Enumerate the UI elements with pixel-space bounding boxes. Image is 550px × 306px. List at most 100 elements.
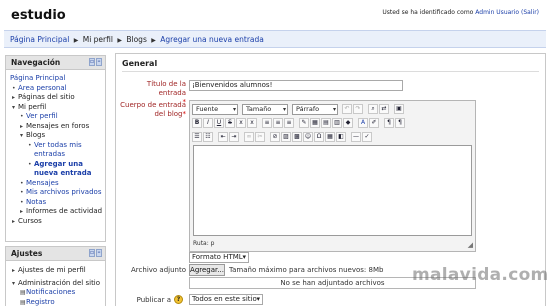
font-family-select[interactable]: Fuente	[192, 104, 238, 115]
text-format-select[interactable]: Formato HTML	[189, 252, 249, 263]
navigation-block: Navegación ▫ – Página Principal • Área per…	[5, 55, 106, 242]
underline-icon[interactable]: U	[214, 118, 224, 128]
nav-item-forum-posts[interactable]: ▸ Mensajes en foros	[10, 122, 102, 132]
required-icon: *	[182, 110, 187, 118]
clean-icon[interactable]: ✎	[299, 118, 309, 128]
nav-item-activity-reports[interactable]: ▸ Informes de actividad	[10, 207, 102, 217]
breadcrumb-separator-icon: ▶	[151, 37, 156, 44]
resize-grip-icon[interactable]: ◢	[468, 241, 473, 249]
entry-title-input[interactable]: ¡Bienvenidos alumnos!	[189, 80, 403, 91]
indent-icon[interactable]: ⇥	[229, 132, 239, 142]
publish-label: Publicar a	[136, 296, 171, 304]
watermark-logo: malavida.com	[412, 265, 549, 285]
text-color-icon[interactable]: A	[358, 118, 368, 128]
emoticon-icon[interactable]: ☺	[303, 132, 313, 142]
paste-word-icon[interactable]: ▤	[321, 118, 331, 128]
font-size-select[interactable]: Tamaño	[242, 104, 288, 115]
bullet-list-icon[interactable]: ☰	[192, 132, 202, 142]
table-icon[interactable]: ▦	[325, 132, 335, 142]
redo-icon[interactable]: ↷	[353, 104, 363, 114]
navigation-tree: Página Principal • Área personal ▸ Páginas…	[6, 70, 105, 229]
paragraph-select[interactable]: Párrafo	[292, 104, 338, 115]
italic-icon[interactable]: I	[203, 118, 213, 128]
image-icon[interactable]: ▨	[281, 132, 291, 142]
align-left-icon[interactable]: ≡	[262, 118, 272, 128]
dock-icon[interactable]: ▫	[89, 58, 95, 66]
dock-icon[interactable]: ▫	[89, 249, 95, 257]
breadcrumb-blogs[interactable]: Blogs	[126, 35, 147, 44]
nav-item-messages[interactable]: • Mensajes	[10, 179, 102, 189]
replace-icon[interactable]: ⇄	[379, 104, 389, 114]
strikethrough-icon[interactable]: S	[225, 118, 235, 128]
paste-text-icon[interactable]: ▦	[310, 118, 320, 128]
settings-tree: ▸ Ajustes de mi perfil ▾ Administración de…	[6, 261, 105, 306]
section-divider	[122, 71, 539, 72]
settings-item-site-admin[interactable]: ▾ Administración del sitio	[10, 279, 102, 289]
spellcheck-icon[interactable]: ✓	[362, 132, 372, 142]
site-title[interactable]: estudio	[11, 8, 66, 23]
horizontal-rule-icon[interactable]: —	[351, 132, 361, 142]
add-file-button[interactable]: Agregar...	[189, 264, 225, 276]
nav-item-profile[interactable]: ▾ Mi perfil	[10, 103, 102, 113]
editor-content-area[interactable]	[193, 145, 472, 236]
special-char-icon[interactable]: Ω	[314, 132, 324, 142]
navigation-block-header: Navegación ▫ –	[6, 56, 105, 70]
nav-item-add-entry-cont[interactable]: nueva entrada	[10, 169, 102, 179]
breadcrumb-home[interactable]: Página Principal	[10, 35, 69, 44]
publish-state-select[interactable]: Todos en este sitio	[189, 294, 263, 305]
nav-item-site-pages[interactable]: ▸ Páginas del sitio	[10, 93, 102, 103]
user-name-link[interactable]: Admin Usuario	[475, 9, 519, 16]
rich-text-editor: Fuente Tamaño Párrafo ↶ ↷ ⌕ ⇄ ▣ B I U S …	[189, 100, 476, 252]
body-label: Cuerpo de entrada del blog*	[120, 101, 187, 118]
html-source-icon[interactable]: ◧	[336, 132, 346, 142]
rtl-icon[interactable]: ¶	[395, 118, 405, 128]
help-icon[interactable]: ?	[174, 295, 183, 304]
login-info: Usted se ha identificado como Admin Usua…	[382, 9, 539, 16]
collapse-icon[interactable]: –	[96, 58, 102, 66]
ltr-icon[interactable]: ¶	[384, 118, 394, 128]
nav-item-view-profile[interactable]: • Ver perfil	[10, 112, 102, 122]
nav-item-add-entry[interactable]: • Agregar una	[10, 160, 102, 170]
breadcrumb-profile[interactable]: Mi perfil	[83, 35, 113, 44]
align-center-icon[interactable]: ≡	[273, 118, 283, 128]
nav-item-courses[interactable]: ▸ Cursos	[10, 217, 102, 227]
unlink-icon[interactable]: ✂	[255, 132, 265, 142]
align-right-icon[interactable]: ≡	[284, 118, 294, 128]
settings-item-register[interactable]: ▤Registro	[10, 298, 102, 306]
breadcrumb-add-entry[interactable]: Agregar una nueva entrada	[160, 35, 264, 44]
settings-block-header: Ajustes ▫ –	[6, 247, 105, 261]
outdent-icon[interactable]: ⇤	[218, 132, 228, 142]
fullscreen-icon[interactable]: ▣	[394, 104, 404, 114]
settings-item-profile[interactable]: ▸ Ajustes de mi perfil	[10, 266, 102, 276]
media-icon[interactable]: ▩	[292, 132, 302, 142]
subscript-icon[interactable]: x	[236, 118, 246, 128]
numbered-list-icon[interactable]: ☷	[203, 132, 213, 142]
settings-item-notifications[interactable]: ▤Notificaciones	[10, 288, 102, 298]
nolink-icon[interactable]: ⊘	[270, 132, 280, 142]
paste-icon[interactable]: ▥	[332, 118, 342, 128]
settings-block-title: Ajustes	[11, 249, 43, 258]
collapse-icon[interactable]: –	[96, 249, 102, 257]
breadcrumb-separator-icon: ▶	[117, 37, 122, 44]
editor-path: Ruta: p	[193, 240, 215, 247]
bold-icon[interactable]: B	[192, 118, 202, 128]
nav-item-private-files[interactable]: • Mis archivos privados	[10, 188, 102, 198]
section-legend[interactable]: General	[122, 59, 157, 68]
find-icon[interactable]: ⌕	[368, 104, 378, 114]
attachment-label: Archivo adjunto	[131, 266, 186, 274]
logout-link[interactable]: (Salir)	[521, 9, 539, 16]
block-controls: ▫ –	[88, 58, 102, 67]
page-header: estudio Usted se ha identificado como Ad…	[0, 0, 550, 30]
format-icon[interactable]: ◆	[343, 118, 353, 128]
nav-item-personal[interactable]: • Área personal	[10, 84, 102, 94]
superscript-icon[interactable]: x	[247, 118, 257, 128]
max-size-note: Tamaño máximo para archivos nuevos: 8Mb	[229, 266, 384, 274]
nav-item-home[interactable]: Página Principal	[10, 74, 102, 84]
link-icon[interactable]: ∞	[244, 132, 254, 142]
nav-item-view-all-entries-cont[interactable]: entradas	[10, 150, 102, 160]
highlight-icon[interactable]: ✐	[369, 118, 379, 128]
nav-item-view-all-entries[interactable]: • Ver todas mis	[10, 141, 102, 151]
undo-icon[interactable]: ↶	[342, 104, 352, 114]
nav-item-notes[interactable]: • Notas	[10, 198, 102, 208]
nav-item-blogs[interactable]: ▾ Blogs	[10, 131, 102, 141]
